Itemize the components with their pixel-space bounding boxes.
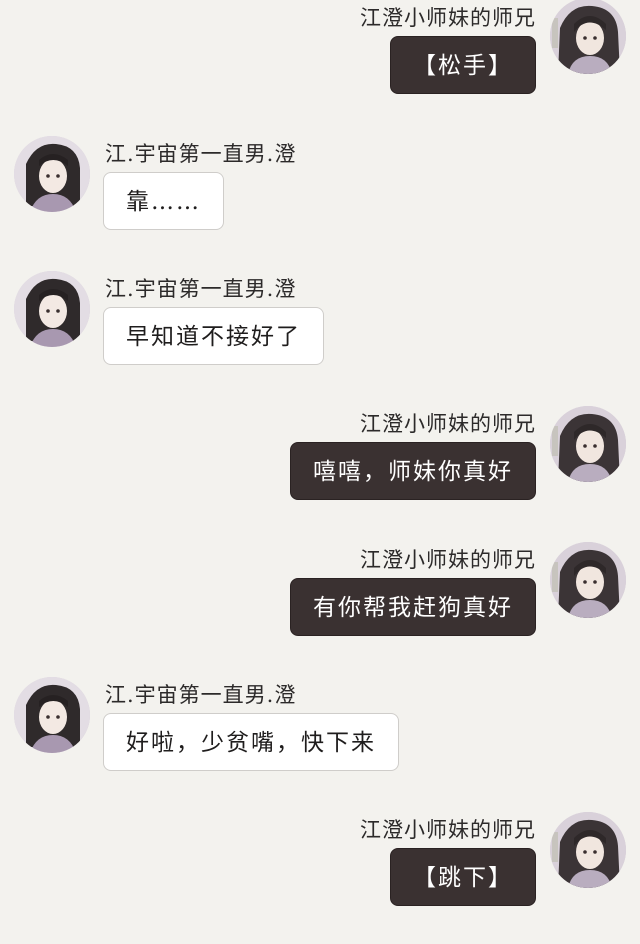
- message-bubble[interactable]: 有你帮我赶狗真好: [290, 578, 536, 636]
- sender-name: 江澄小师妹的师兄: [360, 6, 536, 30]
- message-bubble[interactable]: 好啦，少贫嘴，快下来: [103, 713, 399, 771]
- message-bubble[interactable]: 【跳下】: [390, 848, 536, 906]
- sender-name: 江.宇宙第一直男.澄: [105, 142, 297, 166]
- message-bubble[interactable]: 早知道不接好了: [103, 307, 324, 365]
- message-bubble[interactable]: 嘻嘻，师妹你真好: [290, 442, 536, 500]
- sender-name: 江.宇宙第一直男.澄: [105, 683, 297, 707]
- character-portrait-icon: [14, 677, 90, 753]
- character-portrait-icon: [550, 542, 626, 618]
- message-bubble[interactable]: 靠……: [103, 172, 224, 230]
- avatar[interactable]: [550, 0, 626, 74]
- sender-name: 江澄小师妹的师兄: [360, 548, 536, 572]
- avatar[interactable]: [14, 677, 90, 753]
- character-portrait-icon: [14, 136, 90, 212]
- message-bubble[interactable]: 【松手】: [390, 36, 536, 94]
- avatar[interactable]: [14, 271, 90, 347]
- avatar[interactable]: [550, 812, 626, 888]
- character-portrait-icon: [550, 406, 626, 482]
- avatar[interactable]: [14, 136, 90, 212]
- character-portrait-icon: [14, 271, 90, 347]
- avatar[interactable]: [550, 542, 626, 618]
- chat-window: 江澄小师妹的师兄 【松手】 江.宇宙第一直男.澄 靠…… 江.宇宙第一直男.澄 …: [0, 0, 640, 944]
- avatar[interactable]: [550, 406, 626, 482]
- sender-name: 江.宇宙第一直男.澄: [105, 277, 297, 301]
- sender-name: 江澄小师妹的师兄: [360, 818, 536, 842]
- character-portrait-icon: [550, 812, 626, 888]
- sender-name: 江澄小师妹的师兄: [360, 412, 536, 436]
- character-portrait-icon: [550, 0, 626, 74]
